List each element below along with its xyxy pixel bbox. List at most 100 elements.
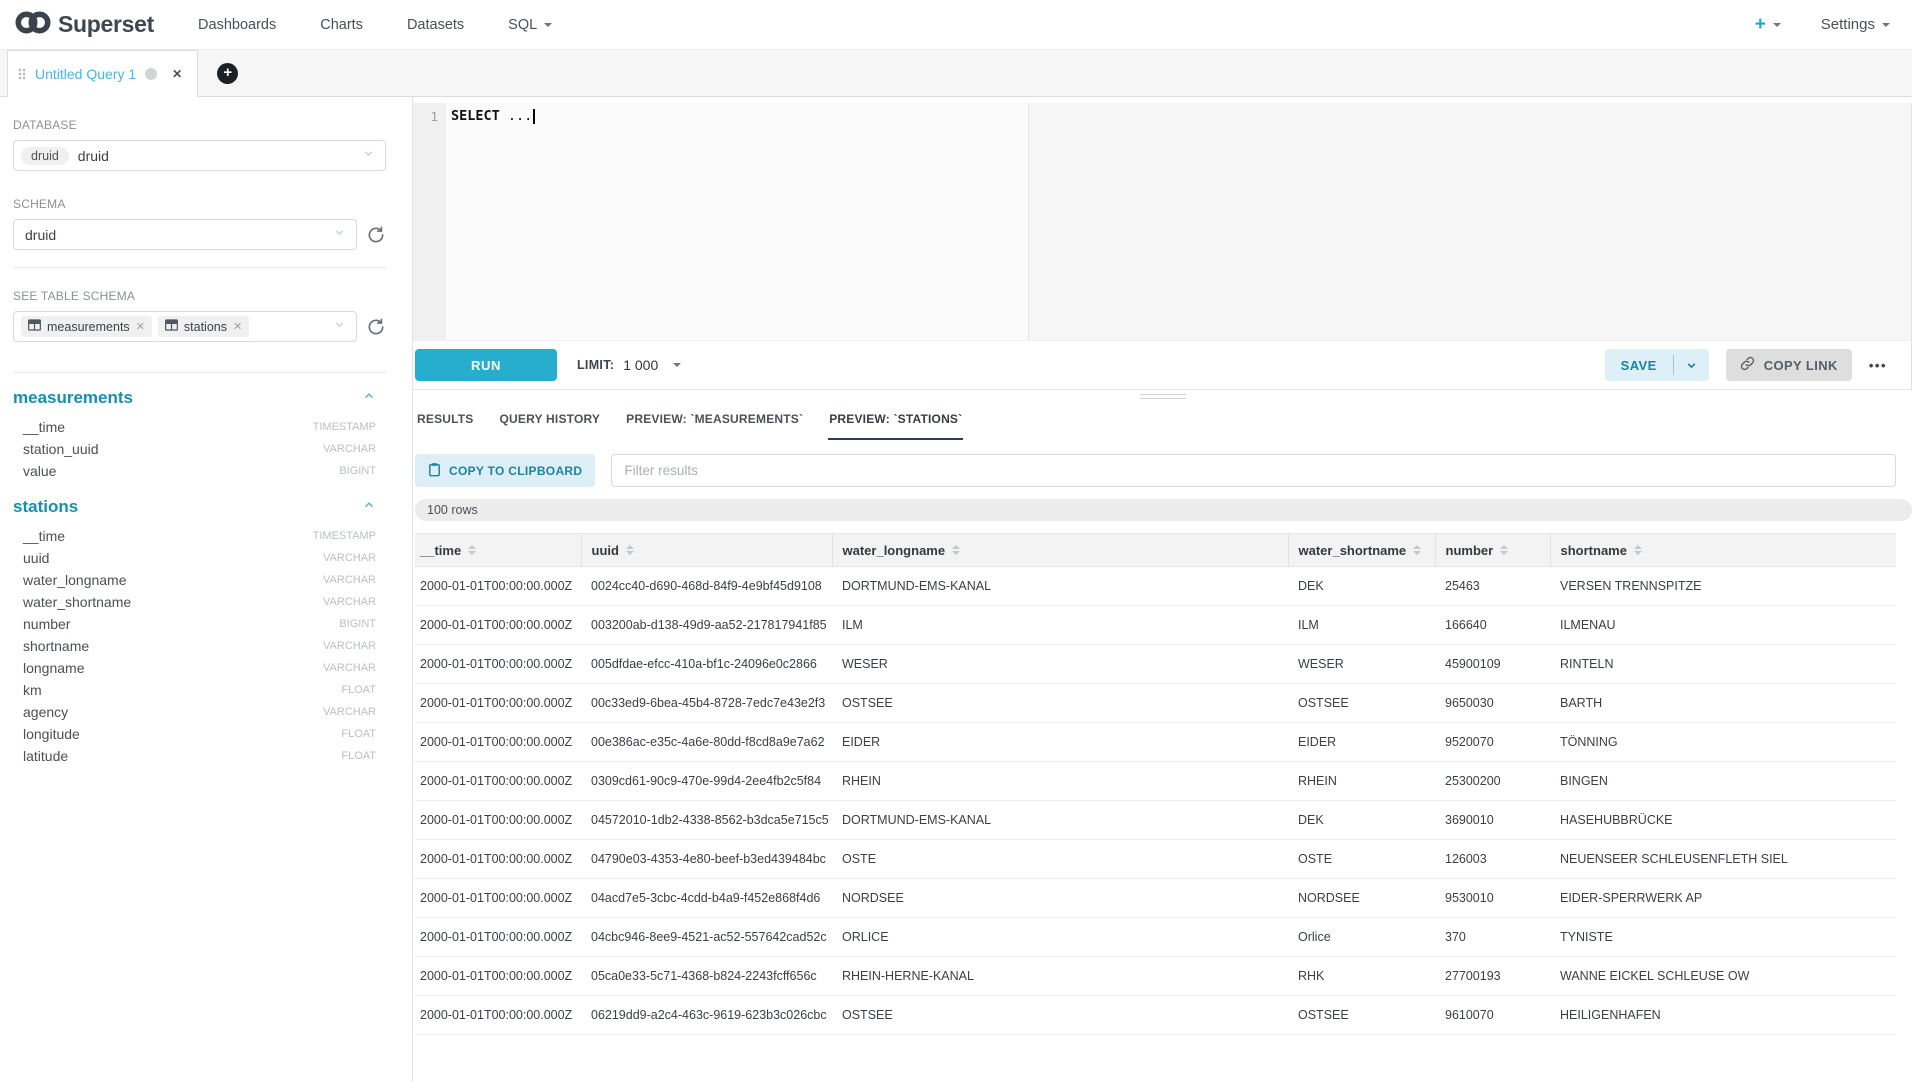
table-cell: 005dfdae-efcc-410a-bf1c-24096e0c2866 xyxy=(581,645,832,684)
new-item-menu[interactable]: + xyxy=(1755,15,1781,34)
nav-menu: Dashboards Charts Datasets SQL xyxy=(198,17,552,33)
column-name: station_uuid xyxy=(23,441,99,457)
query-tabstrip: Untitled Query 1 ✕ + xyxy=(0,50,1912,97)
top-navbar: Superset Dashboards Charts Datasets SQL + S… xyxy=(0,0,1912,50)
results-tab-preview-measurements[interactable]: PREVIEW: `MEASUREMENTS` xyxy=(625,404,804,440)
editor-toolbar: RUN LIMIT: 1 000 SAVE xyxy=(413,340,1911,390)
results-tab-preview-stations[interactable]: PREVIEW: `STATIONS` xyxy=(828,404,963,440)
table-tag-stations[interactable]: stations✕ xyxy=(158,316,249,337)
column-name: agency xyxy=(23,704,68,720)
table-row: 2000-01-01T00:00:00.000Z00e386ac-e35c-4a… xyxy=(415,723,1896,762)
table-cell: 2000-01-01T00:00:00.000Z xyxy=(415,645,581,684)
run-query-button[interactable]: RUN xyxy=(415,349,557,381)
table-cell: ILM xyxy=(1288,606,1435,645)
superset-logo-icon xyxy=(14,9,52,41)
caret-down-icon xyxy=(1882,23,1890,27)
settings-menu[interactable]: Settings xyxy=(1821,16,1890,33)
grid-header-label: uuid xyxy=(592,543,619,558)
table-cell: TÖNNING xyxy=(1550,723,1896,762)
refresh-schemas-button[interactable] xyxy=(366,225,386,245)
grid-header-number[interactable]: number xyxy=(1435,534,1550,567)
grid-header-label: __time xyxy=(420,543,461,558)
remove-table-icon[interactable]: ✕ xyxy=(233,320,242,333)
more-actions-button[interactable]: ••• xyxy=(1869,358,1887,373)
table-cell: WESER xyxy=(832,645,1288,684)
drag-grip-icon[interactable] xyxy=(18,68,26,80)
caret-down-icon xyxy=(1773,23,1781,27)
sql-lab-sidebar: DATABASE druid druid SCHEMA druid xyxy=(0,97,413,1081)
schema-column-row: valueBIGINT xyxy=(13,460,386,482)
schema-column-row: shortnameVARCHAR xyxy=(13,635,386,657)
column-name: longname xyxy=(23,660,85,676)
query-status-dot xyxy=(145,68,157,80)
superset-brand[interactable]: Superset xyxy=(14,9,154,41)
filter-results-input[interactable] xyxy=(611,454,1896,487)
schema-table-header-measurements[interactable]: measurements xyxy=(13,388,386,408)
chevron-up-icon[interactable] xyxy=(362,498,376,517)
nav-item-label: SQL xyxy=(508,17,537,33)
sort-icon[interactable] xyxy=(1634,545,1642,555)
sort-icon[interactable] xyxy=(1500,545,1508,555)
nav-item-sql[interactable]: SQL xyxy=(508,17,552,33)
column-name: water_longname xyxy=(23,572,127,588)
schema-table-name: stations xyxy=(13,497,78,517)
sort-icon[interactable] xyxy=(952,545,960,555)
grid-header-time[interactable]: __time xyxy=(415,534,581,567)
nav-item-dashboards[interactable]: Dashboards xyxy=(198,17,276,33)
column-type: FLOAT xyxy=(341,750,376,762)
limit-dropdown[interactable]: LIMIT: 1 000 xyxy=(577,357,681,373)
table-cell: OSTSEE xyxy=(832,684,1288,723)
table-tag-measurements[interactable]: measurements ✕ xyxy=(21,316,152,337)
table-cell: EIDER xyxy=(1288,723,1435,762)
schema-column-row: longitudeFLOAT xyxy=(13,723,386,745)
column-type: FLOAT xyxy=(341,684,376,696)
nav-item-datasets[interactable]: Datasets xyxy=(407,17,464,33)
sort-icon[interactable] xyxy=(1413,545,1421,555)
grid-header-water-shortname[interactable]: water_shortname xyxy=(1288,534,1435,567)
nav-item-charts[interactable]: Charts xyxy=(320,17,363,33)
results-tab-results[interactable]: RESULTS xyxy=(416,404,475,440)
schema-table-header-stations[interactable]: stations xyxy=(13,497,386,517)
refresh-tables-button[interactable] xyxy=(366,317,386,337)
table-cell: 2000-01-01T00:00:00.000Z xyxy=(415,918,581,957)
table-cell: EIDER-SPERRWERK AP xyxy=(1550,879,1896,918)
grid-header-water-longname[interactable]: water_longname xyxy=(832,534,1288,567)
chevron-up-icon[interactable] xyxy=(362,389,376,408)
schema-select[interactable]: druid xyxy=(13,219,357,250)
table-cell: 166640 xyxy=(1435,606,1550,645)
line-number: 1 xyxy=(430,109,438,124)
copy-to-clipboard-button[interactable]: COPY TO CLIPBOARD xyxy=(415,454,595,487)
copy-link-button[interactable]: COPY LINK xyxy=(1726,349,1852,381)
table-row: 2000-01-01T00:00:00.000Z0024cc40-d690-46… xyxy=(415,567,1896,606)
close-tab-icon[interactable]: ✕ xyxy=(172,67,182,81)
table-cell: 0024cc40-d690-468d-84f9-4e9bf45d9108 xyxy=(581,567,832,606)
table-schema-label: SEE TABLE SCHEMA xyxy=(13,289,386,303)
grid-header-shortname[interactable]: shortname xyxy=(1550,534,1896,567)
database-select[interactable]: druid druid xyxy=(13,140,386,171)
pane-resize-handle[interactable] xyxy=(413,390,1912,402)
table-cell: 0309cd61-90c9-470e-99d4-2ee4fb2c5f84 xyxy=(581,762,832,801)
copy-to-clipboard-label: COPY TO CLIPBOARD xyxy=(449,464,582,478)
sql-code-editor[interactable]: 1 SELECT ... xyxy=(413,103,1911,340)
column-name: __time xyxy=(23,419,65,435)
grid-header-uuid[interactable]: uuid xyxy=(581,534,832,567)
save-options-chevron[interactable] xyxy=(1674,349,1709,381)
sort-icon[interactable] xyxy=(626,545,634,555)
table-cell: OSTSEE xyxy=(832,996,1288,1035)
grid-header-label: water_longname xyxy=(843,543,946,558)
table-row: 2000-01-01T00:00:00.000Z04572010-1db2-43… xyxy=(415,801,1896,840)
save-query-button[interactable]: SAVE xyxy=(1605,349,1709,381)
query-tab-active[interactable]: Untitled Query 1 ✕ xyxy=(7,50,198,97)
add-query-tab-button[interactable]: + xyxy=(217,63,238,84)
results-tab-query-history[interactable]: QUERY HISTORY xyxy=(499,404,602,440)
editor-gutter: 1 xyxy=(413,103,446,340)
table-cell: 04acd7e5-3cbc-4cdd-b4a9-f452e868f4d6 xyxy=(581,879,832,918)
remove-table-icon[interactable]: ✕ xyxy=(136,320,145,333)
grid-header-label: number xyxy=(1446,543,1494,558)
table-select[interactable]: measurements✕stations✕ xyxy=(13,311,357,342)
table-tag-label: measurements xyxy=(47,320,130,334)
sql-code-line[interactable]: SELECT ... xyxy=(446,103,1911,340)
table-cell: 45900109 xyxy=(1435,645,1550,684)
sort-icon[interactable] xyxy=(468,545,476,555)
table-cell: 126003 xyxy=(1435,840,1550,879)
